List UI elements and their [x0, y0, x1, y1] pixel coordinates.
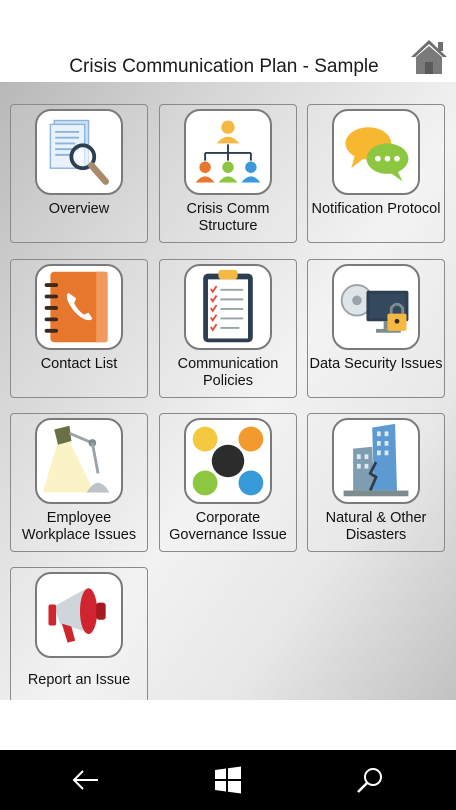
tile-employee-workplace-issues[interactable]: Employee Workplace Issues	[10, 413, 148, 552]
org-chart-icon	[184, 109, 272, 195]
tile-natural-other-disasters[interactable]: Natural & Other Disasters	[307, 413, 445, 552]
monitor-lock-icon	[332, 264, 420, 350]
tile-label: Data Security Issues	[309, 356, 443, 372]
tile-overview[interactable]: Overview	[10, 104, 148, 243]
back-arrow-icon	[72, 770, 98, 790]
search-button[interactable]	[354, 764, 386, 796]
document-magnifier-icon	[35, 109, 123, 195]
system-nav-bar	[0, 750, 456, 810]
tile-label: Report an Issue	[27, 672, 131, 688]
back-button[interactable]	[70, 764, 102, 796]
home-icon	[411, 40, 447, 74]
tile-label: Corporate Governance Issue	[169, 510, 287, 543]
clipboard-checklist-icon	[184, 264, 272, 350]
tile-label: Natural & Other Disasters	[325, 510, 427, 543]
colored-circles-icon	[184, 418, 272, 504]
tile-notification-protocol[interactable]: Notification Protocol	[307, 104, 445, 243]
tile-label: Notification Protocol	[311, 201, 441, 217]
damaged-buildings-icon	[332, 418, 420, 504]
tile-label: Crisis Comm Structure	[186, 201, 270, 234]
megaphone-icon	[35, 572, 123, 658]
content-footer-space	[0, 700, 456, 750]
desk-lamp-icon	[35, 418, 123, 504]
tile-corporate-governance-issue[interactable]: Corporate Governance Issue	[159, 413, 297, 552]
tile-contact-list[interactable]: Contact List	[10, 259, 148, 398]
menu-grid: Overview Crisis Comm Structure Notificat…	[0, 82, 456, 700]
tile-label: Communication Policies	[177, 356, 279, 389]
tile-label: Overview	[48, 201, 110, 217]
windows-start-icon	[215, 766, 241, 794]
start-button[interactable]	[212, 764, 244, 796]
home-button[interactable]	[409, 38, 449, 76]
tile-report-an-issue[interactable]: Report an Issue	[10, 567, 148, 700]
app-header: Crisis Communication Plan - Sample	[0, 0, 456, 82]
tile-crisis-comm-structure[interactable]: Crisis Comm Structure	[159, 104, 297, 243]
page-title: Crisis Communication Plan - Sample	[69, 56, 379, 77]
tile-label: Employee Workplace Issues	[21, 510, 137, 543]
tile-data-security-issues[interactable]: Data Security Issues	[307, 259, 445, 398]
address-book-icon	[35, 264, 123, 350]
tile-label: Contact List	[40, 356, 118, 372]
tile-communication-policies[interactable]: Communication Policies	[159, 259, 297, 398]
chat-bubbles-icon	[332, 109, 420, 195]
search-icon	[357, 768, 382, 793]
